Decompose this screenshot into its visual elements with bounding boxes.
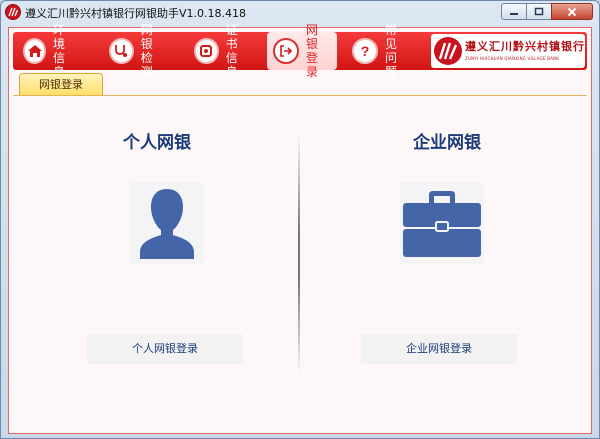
- bank-brand: 遵义汇川黔兴村镇银行 ZUNYI HUICHUAN QIANXING VILLA…: [431, 34, 585, 68]
- app-logo-icon: [5, 4, 21, 20]
- nav-item-detect[interactable]: 网银检测: [103, 23, 169, 79]
- svg-text:?: ?: [361, 43, 370, 59]
- business-panel: 企业网银 企业网银登录: [303, 96, 591, 426]
- nav-item-environment[interactable]: 环境信息: [17, 23, 79, 79]
- minimize-icon: [510, 12, 518, 15]
- maximize-icon: [534, 7, 544, 16]
- personal-title: 个人网银: [123, 133, 191, 153]
- window-title: 遵义汇川黔兴村镇银行网银助手V1.0.18.418: [25, 7, 247, 20]
- home-icon: [23, 38, 47, 64]
- nav-item-faq[interactable]: ? 常见问题: [346, 23, 420, 79]
- bank-name-en: ZUNYI HUICHUAN QIANXING VILLAGE BANK: [465, 56, 560, 61]
- bank-name: 遵义汇川黔兴村镇银行: [465, 40, 585, 53]
- nav-label-detect: 网银检测: [140, 23, 159, 79]
- briefcase-icon: [400, 182, 484, 264]
- personal-login-button[interactable]: 个人网银登录: [87, 334, 243, 364]
- business-login-button[interactable]: 企业网银登录: [361, 334, 517, 364]
- nav-bar: 环境信息 网银检测 证书信息 网银登录 ? 常见问题 遵义汇川黔兴村镇银行 ZU…: [13, 23, 587, 79]
- login-icon: [273, 38, 299, 64]
- maximize-button[interactable]: [526, 3, 552, 20]
- certificate-icon: [194, 38, 219, 64]
- app-window: 遵义汇川黔兴村镇银行网银助手V1.0.18.418 环境信息 网银检测 证书信息…: [0, 0, 600, 439]
- bank-logo-icon: [434, 37, 462, 65]
- question-icon: ?: [352, 38, 378, 64]
- minimize-button[interactable]: [501, 3, 527, 20]
- window-controls: [501, 3, 593, 21]
- personal-panel: 个人网银 个人网银登录: [13, 96, 301, 426]
- panel-divider: [298, 136, 300, 374]
- nav-label-environment: 环境信息: [53, 23, 72, 79]
- nav-label-login: 网银登录: [306, 23, 325, 79]
- nav-label-certificate: 证书信息: [225, 23, 244, 79]
- nav-item-login[interactable]: 网银登录: [267, 23, 337, 79]
- business-title: 企业网银: [413, 133, 481, 153]
- close-button[interactable]: [551, 3, 593, 20]
- close-icon: [567, 7, 577, 16]
- nav-item-certificate[interactable]: 证书信息: [188, 23, 254, 79]
- tab-netbank-login[interactable]: 网银登录: [19, 73, 103, 96]
- nav-label-faq: 常见问题: [385, 23, 404, 79]
- client-area: 环境信息 网银检测 证书信息 网银登录 ? 常见问题 遵义汇川黔兴村镇银行 ZU…: [8, 23, 592, 434]
- title-bar[interactable]: 遵义汇川黔兴村镇银行网银助手V1.0.18.418: [1, 1, 599, 25]
- stethoscope-icon: [109, 38, 134, 64]
- person-icon: [130, 182, 204, 264]
